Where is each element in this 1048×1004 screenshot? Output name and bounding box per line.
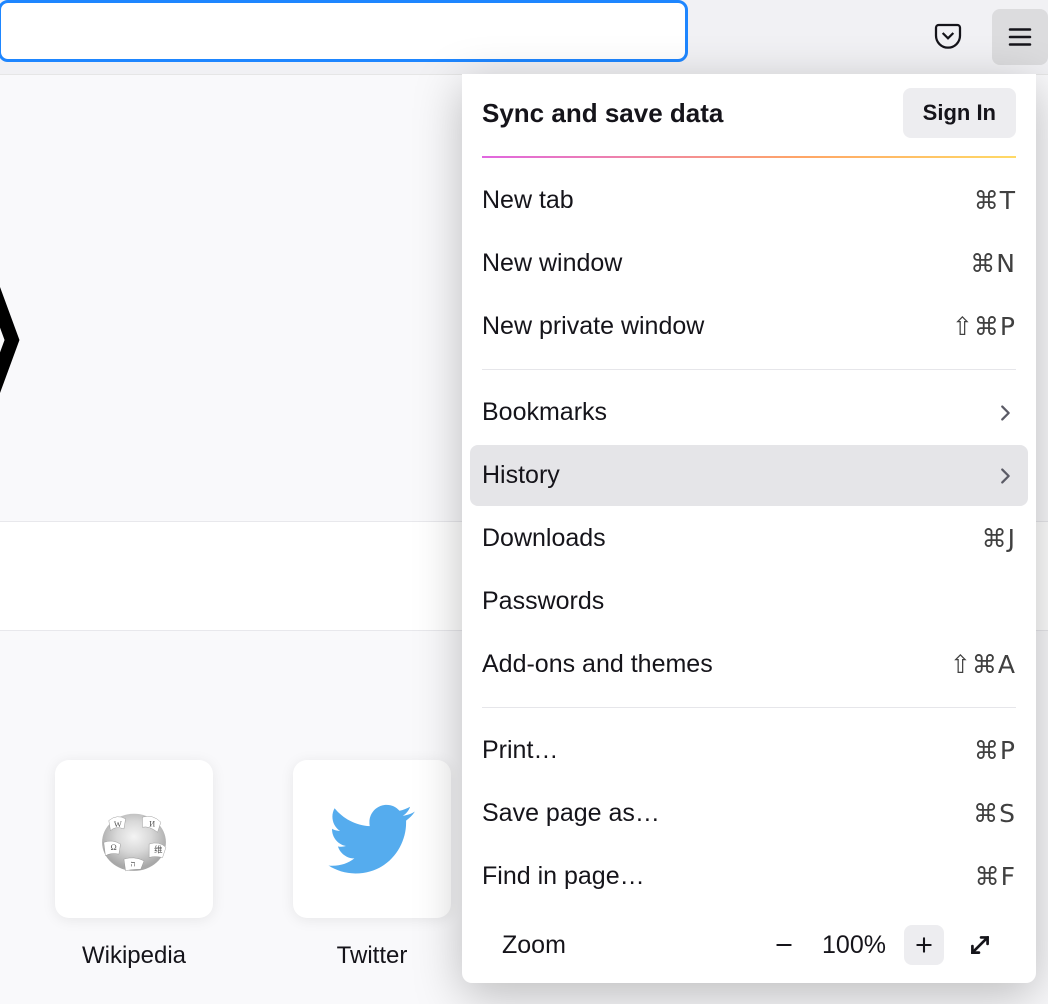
shortcut-label: Wikipedia xyxy=(82,942,186,970)
zoom-controls: 100% xyxy=(764,925,1000,965)
menu-item-shortcut: ⌘T xyxy=(974,186,1016,215)
svg-text:И: И xyxy=(149,819,155,828)
menu-item-print[interactable]: Print… ⌘P xyxy=(470,720,1028,781)
menu-item-zoom: Zoom 100% xyxy=(490,909,1008,973)
sync-row: Sync and save data Sign In xyxy=(462,88,1036,156)
menu-section-new: New tab ⌘T New window ⌘N New private win… xyxy=(482,158,1016,370)
menu-item-new-window[interactable]: New window ⌘N xyxy=(470,233,1028,294)
menu-item-label: Downloads xyxy=(482,524,606,553)
hamburger-menu-button[interactable] xyxy=(992,9,1048,65)
app-menu-panel: Sync and save data Sign In New tab ⌘T Ne… xyxy=(462,74,1036,983)
svg-text:W: W xyxy=(114,820,122,829)
shortcut-tile: W И Ω 维 ה xyxy=(55,760,213,918)
zoom-value: 100% xyxy=(820,931,888,960)
menu-item-save-page-as[interactable]: Save page as… ⌘S xyxy=(470,783,1028,844)
gradient-separator xyxy=(482,156,1016,158)
pocket-icon xyxy=(932,21,964,53)
menu-item-shortcut: ⌘P xyxy=(974,736,1016,765)
menu-item-shortcut: ⌘F xyxy=(975,862,1016,891)
twitter-icon xyxy=(328,795,416,883)
menu-item-label: Bookmarks xyxy=(482,398,607,427)
menu-item-label: Save page as… xyxy=(482,799,660,828)
url-bar[interactable] xyxy=(0,0,688,62)
menu-item-label: Find in page… xyxy=(482,862,645,891)
menu-item-bookmarks[interactable]: Bookmarks xyxy=(470,382,1028,443)
menu-item-label: Add-ons and themes xyxy=(482,650,713,679)
zoom-label: Zoom xyxy=(502,931,566,960)
browser-toolbar xyxy=(0,0,1048,74)
menu-item-history[interactable]: History xyxy=(470,445,1028,506)
menu-item-shortcut: ⇧⌘A xyxy=(950,650,1016,679)
sign-in-button[interactable]: Sign In xyxy=(903,88,1016,138)
menu-item-new-private-window[interactable]: New private window ⇧⌘P xyxy=(470,296,1028,357)
fullscreen-icon xyxy=(967,932,993,958)
zoom-in-button[interactable] xyxy=(904,925,944,965)
shortcut-twitter[interactable]: Twitter xyxy=(293,760,451,1004)
shortcut-wikipedia[interactable]: W И Ω 维 ה Wikipedia xyxy=(55,760,213,1004)
menu-item-new-tab[interactable]: New tab ⌘T xyxy=(470,170,1028,231)
menu-item-downloads[interactable]: Downloads ⌘J xyxy=(470,508,1028,569)
shortcut-tile xyxy=(293,760,451,918)
shortcut-label: Twitter xyxy=(337,942,408,970)
menu-item-label: New window xyxy=(482,249,622,278)
toolbar-right xyxy=(920,0,1048,74)
pocket-button[interactable] xyxy=(920,9,976,65)
menu-item-label: New tab xyxy=(482,186,574,215)
menu-item-shortcut: ⌘J xyxy=(982,524,1016,553)
sync-title: Sync and save data xyxy=(482,98,723,129)
fullscreen-button[interactable] xyxy=(960,925,1000,965)
menu-item-shortcut: ⌘S xyxy=(973,799,1016,828)
firefox-wordmark-fragment xyxy=(0,260,20,420)
menu-item-find-in-page[interactable]: Find in page… ⌘F xyxy=(470,846,1028,907)
menu-item-label: History xyxy=(482,461,560,490)
wikipedia-icon: W И Ω 维 ה xyxy=(92,797,176,881)
chevron-right-icon xyxy=(994,465,1016,487)
svg-text:Ω: Ω xyxy=(110,843,116,852)
zoom-out-button[interactable] xyxy=(764,925,804,965)
minus-icon xyxy=(774,935,794,955)
svg-text:维: 维 xyxy=(154,844,163,854)
plus-icon xyxy=(914,935,934,955)
svg-text:ה: ה xyxy=(131,860,136,869)
menu-item-label: New private window xyxy=(482,312,704,341)
menu-item-shortcut: ⌘N xyxy=(970,249,1016,278)
menu-section-page: Print… ⌘P Save page as… ⌘S Find in page…… xyxy=(482,708,1016,983)
menu-item-addons-themes[interactable]: Add-ons and themes ⇧⌘A xyxy=(470,634,1028,695)
menu-section-library: Bookmarks History Downloads ⌘J Passwords… xyxy=(482,370,1016,708)
hamburger-icon xyxy=(1005,22,1035,52)
menu-item-label: Print… xyxy=(482,736,558,765)
chevron-right-icon xyxy=(994,402,1016,424)
menu-item-passwords[interactable]: Passwords xyxy=(470,571,1028,632)
menu-item-label: Passwords xyxy=(482,587,604,616)
menu-item-shortcut: ⇧⌘P xyxy=(952,312,1016,341)
